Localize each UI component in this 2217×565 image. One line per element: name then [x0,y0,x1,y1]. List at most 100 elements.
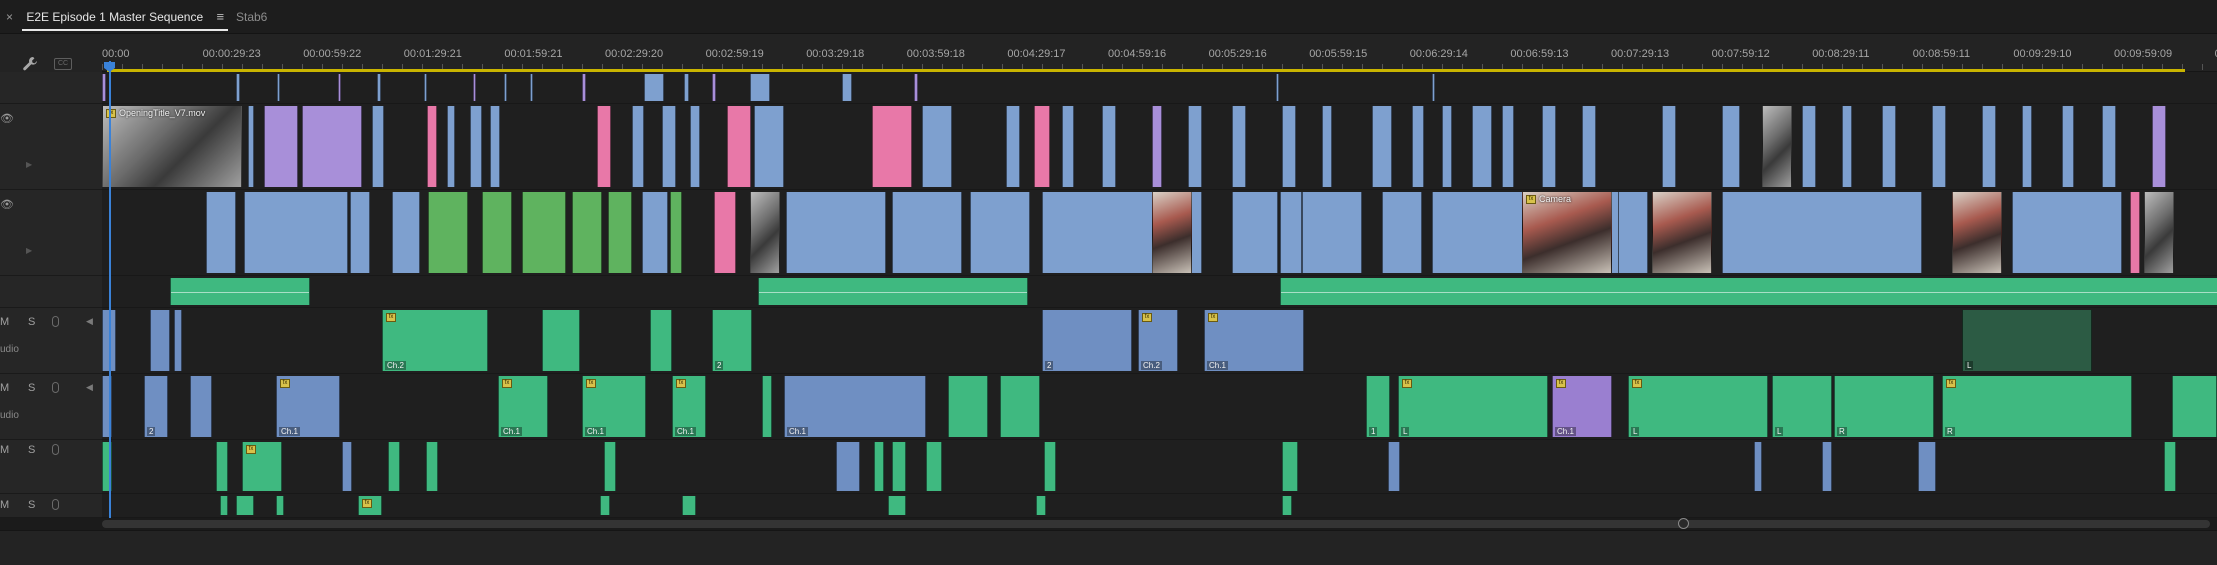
timeline-clip[interactable] [264,106,298,187]
timeline-clip[interactable] [650,310,672,371]
track-header-a1[interactable]: M S ◀ udio [0,308,102,374]
track-lane-a0[interactable] [102,276,2217,308]
timeline-clip[interactable] [1762,106,1792,187]
track-lane-v2[interactable]: fxOpeningTitle_V7.mov [102,104,2217,190]
track-lane-a3[interactable]: fx [102,440,2217,494]
expand-arrow-icon[interactable]: ▶ [26,246,32,255]
captions-icon[interactable]: CC [54,58,72,70]
timeline-clip[interactable]: fx Ch.1 [1552,376,1612,437]
timeline-clip[interactable] [2164,442,2176,491]
timeline-clip[interactable] [372,106,384,187]
timeline-clip[interactable] [1152,106,1162,187]
timeline-clip[interactable]: fx Ch.2 [382,310,488,371]
timeline-clip[interactable] [836,442,860,491]
timeline-clip[interactable] [684,74,689,101]
timeline-clip[interactable] [754,106,784,187]
timeline-clip[interactable] [1582,106,1596,187]
timeline-clip[interactable] [170,278,310,305]
track-header-a3[interactable]: M S [0,440,102,494]
voiceover-mic-icon[interactable] [52,382,59,393]
timeline-clip[interactable] [758,278,1028,305]
timeline-clip[interactable] [1188,106,1202,187]
timeline-clip[interactable] [1662,106,1676,187]
timeline-clip[interactable] [2012,192,2122,273]
timeline-clip[interactable] [1102,106,1116,187]
timeline-clip[interactable] [762,376,772,437]
timeline-clip[interactable] [174,310,182,371]
timeline-clip[interactable] [473,74,476,101]
timeline-clip[interactable] [1472,106,1492,187]
zoom-handle[interactable] [1678,518,1689,529]
clip-opening-title[interactable]: fxOpeningTitle_V7.mov [102,106,242,187]
timeline-clip[interactable] [1932,106,1946,187]
timeline-clip[interactable] [872,106,912,187]
timeline-clip[interactable] [206,192,236,273]
timeline-clip[interactable] [1382,192,1422,273]
timeline-clip[interactable] [1232,106,1246,187]
timeline-clip[interactable] [530,74,533,101]
timeline-clip[interactable] [1882,106,1896,187]
timeline-clip[interactable]: fx Ch.1 [498,376,548,437]
track-header-a4[interactable]: M S [0,494,102,518]
timeline-clip[interactable]: R [1834,376,1934,437]
time-ruler[interactable]: 00:00 00:00:29:23 00:00:59:22 00:01:29:21 00… [102,34,2217,72]
timeline-clip[interactable] [1502,106,1514,187]
timeline-clip[interactable] [608,192,632,273]
timeline-clip[interactable] [220,496,228,515]
timeline-clip[interactable] [750,192,780,273]
timeline-clip[interactable] [690,106,700,187]
timeline-clip[interactable] [572,192,602,273]
voiceover-mic-icon[interactable] [52,316,59,327]
timeline-clip[interactable] [1722,106,1740,187]
timeline-clip[interactable] [377,74,381,101]
timeline-clip[interactable] [842,74,852,101]
timeline-clip[interactable] [727,106,751,187]
timeline-clip[interactable]: fx Ch.1 [582,376,646,437]
timeline-clip[interactable] [670,192,682,273]
timeline-clip[interactable]: fx Ch.2 [1138,310,1178,371]
clip-camera[interactable]: fx Camera [1522,192,1612,273]
timeline-clip[interactable] [1044,442,1056,491]
timeline-clip[interactable] [1722,192,1922,273]
timeline-clip[interactable] [426,442,438,491]
timeline-clip[interactable] [1000,376,1040,437]
wrench-icon[interactable] [22,56,38,72]
timeline-clip[interactable] [1542,106,1556,187]
volume-keyframe-line[interactable] [171,291,309,293]
solo-toggle[interactable]: S [28,316,35,328]
timeline-clip[interactable] [642,192,668,273]
mute-toggle[interactable]: M [0,382,9,394]
timeline-clip[interactable] [542,310,580,371]
scrollbar-thumb[interactable] [102,520,2210,528]
timeline-clip[interactable] [2144,192,2174,273]
timeline-clip[interactable] [1280,192,1302,273]
timeline-clip[interactable] [2172,376,2217,437]
playhead-line[interactable] [109,61,111,518]
timeline-clip[interactable] [970,192,1030,273]
timeline-clip[interactable] [2102,106,2116,187]
timeline-clip[interactable] [190,376,212,437]
timeline-clip[interactable] [350,192,370,273]
timeline-clip[interactable] [216,442,228,491]
toggle-output-icon[interactable]: 👁 [0,198,14,211]
timeline-clip[interactable] [892,192,962,273]
timeline-clip[interactable] [786,192,886,273]
solo-toggle[interactable]: S [28,382,35,394]
track-header-a2[interactable]: M S ◀ udio [0,374,102,440]
track-lane-a2[interactable]: 2 fx Ch.1 fx Ch.1 fx Ch.1 fx Ch.1 Ch.1 1 fx Lfx Ch.1 f… [102,374,2217,440]
timeline-clip[interactable] [632,106,644,187]
timeline-clip[interactable]: 2 [1042,310,1132,371]
timeline-clip[interactable] [1918,442,1936,491]
timeline-clip[interactable] [948,376,988,437]
timeline-clip[interactable]: fx L [1628,376,1768,437]
timeline-clip[interactable]: fx R [1942,376,2132,437]
voiceover-mic-icon[interactable] [52,444,59,455]
timeline-clip[interactable] [892,442,906,491]
timeline-clip[interactable] [1282,496,1292,515]
timeline-clip[interactable] [392,192,420,273]
track-header-v2[interactable]: 👁 ▶ [0,104,102,190]
timeline-clip[interactable] [1412,106,1424,187]
timeline-clip[interactable] [2152,106,2166,187]
timeline-clip[interactable] [1232,192,1278,273]
timeline-clip[interactable] [248,106,254,187]
